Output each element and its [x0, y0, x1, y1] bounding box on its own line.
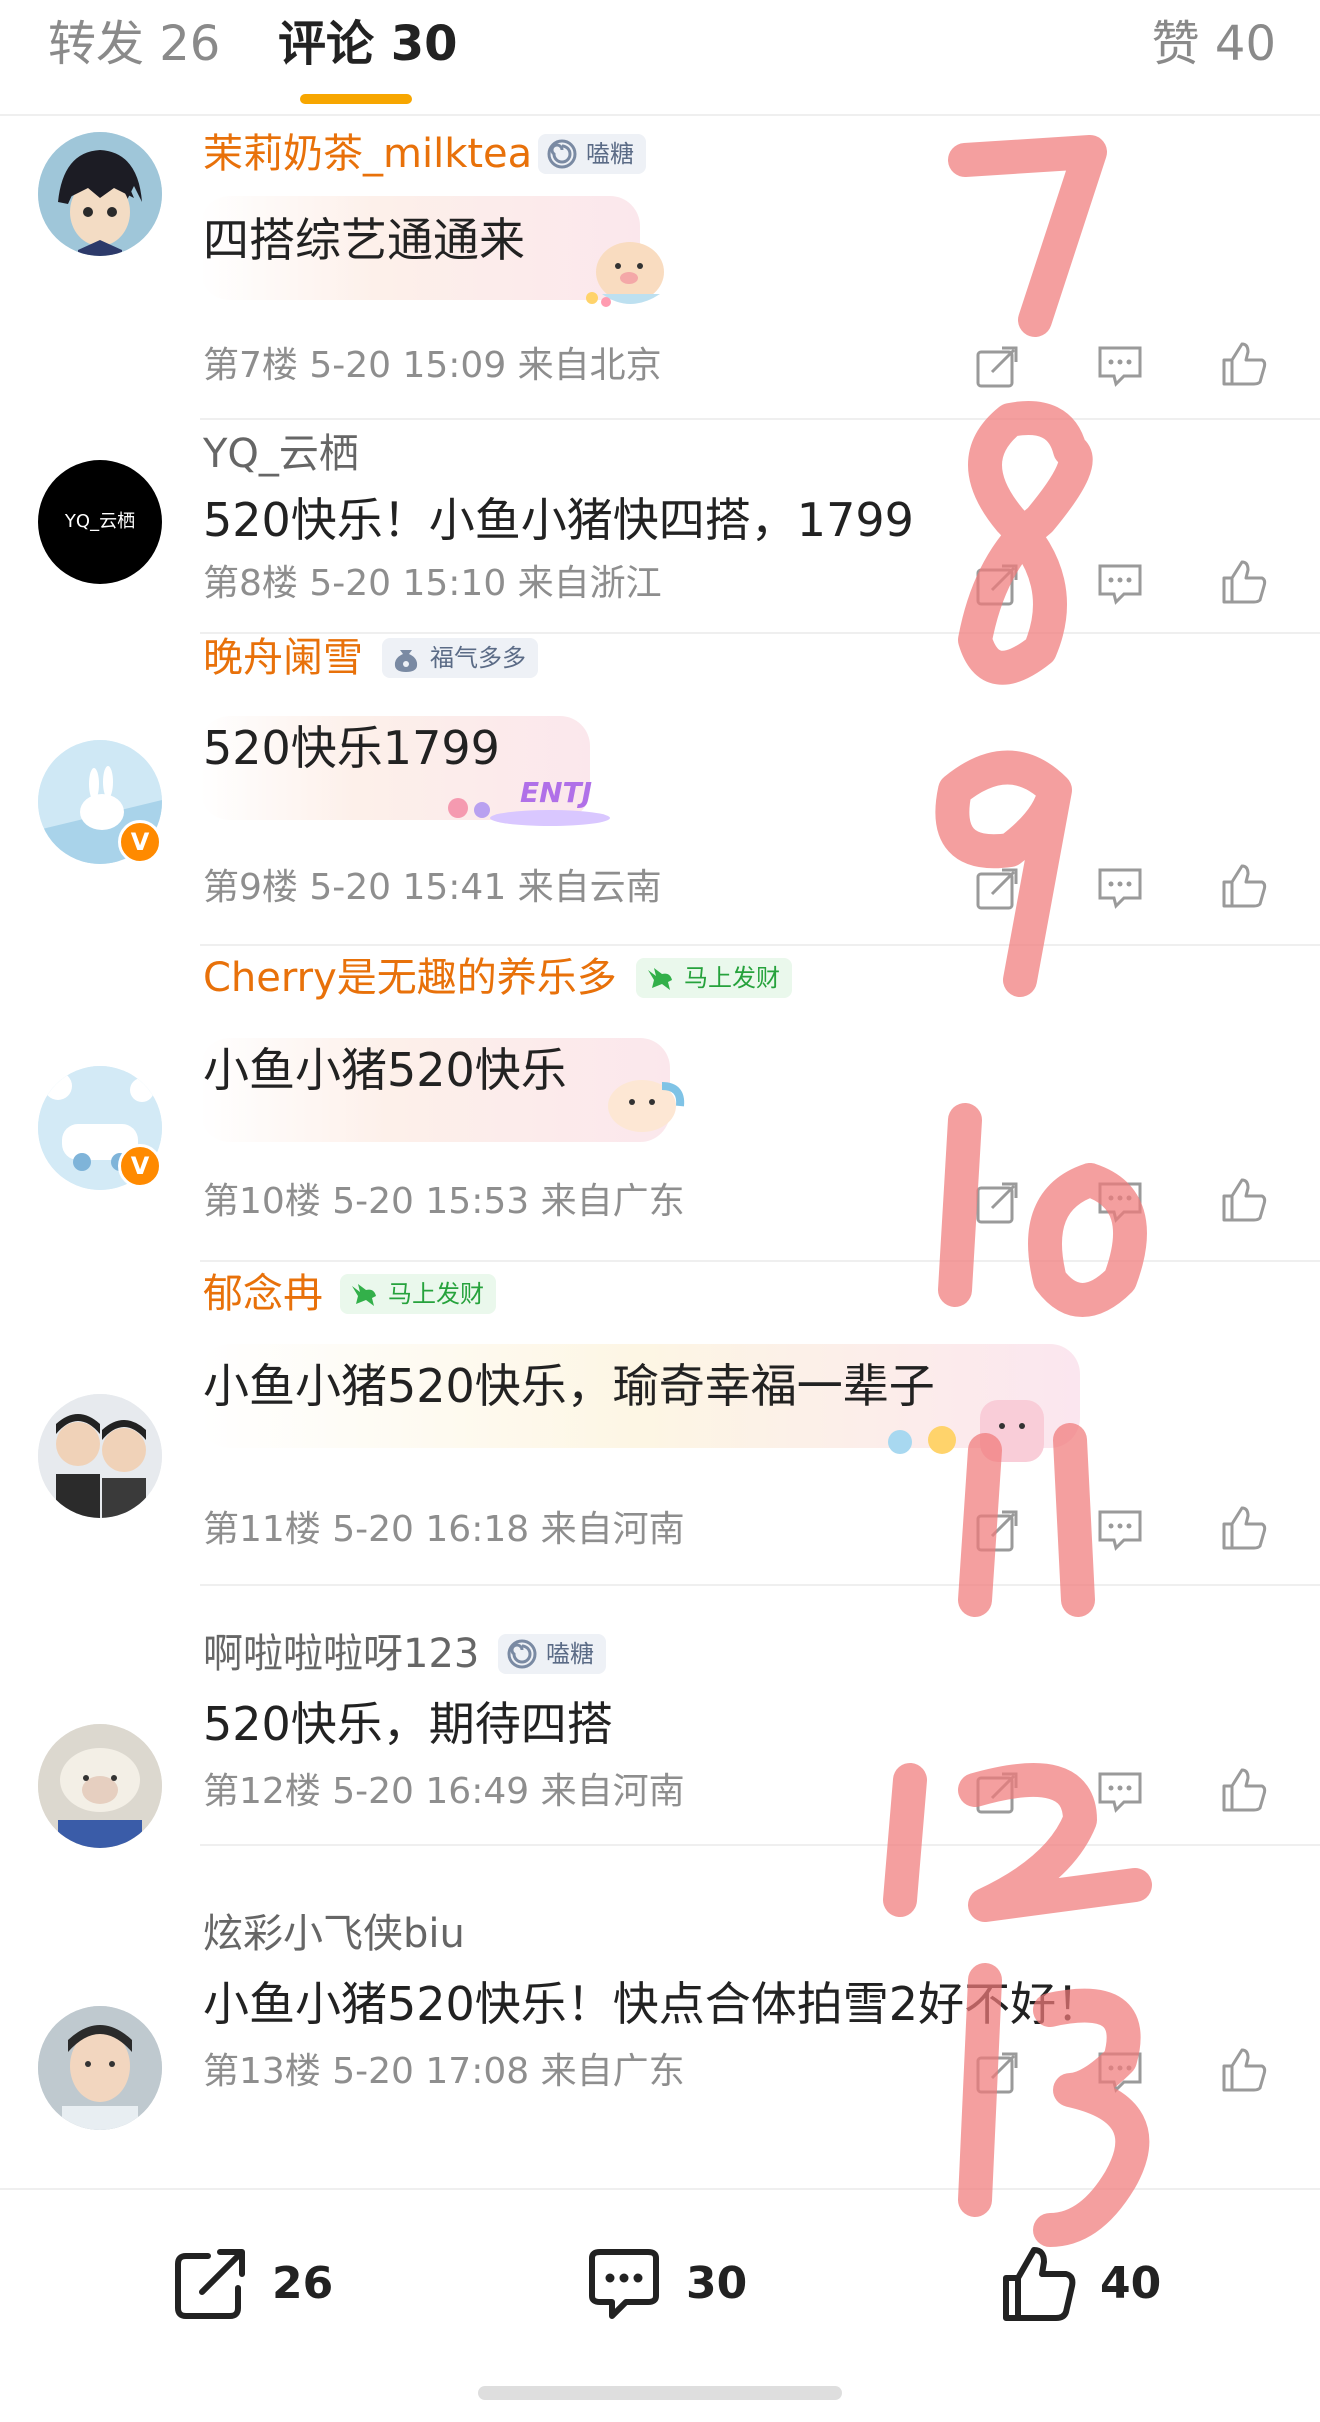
share-icon[interactable]: [970, 862, 1022, 914]
verified-badge: V: [118, 820, 162, 864]
comment-meta: 第9楼 5-20 15:41 来自云南: [203, 867, 662, 908]
lollipop-icon: [547, 139, 577, 169]
username[interactable]: 啊啦啦啦呀123: [203, 1628, 479, 1680]
like-icon[interactable]: [1218, 2044, 1270, 2096]
share-icon[interactable]: [970, 558, 1022, 610]
divider: [200, 1584, 1320, 1586]
username[interactable]: YQ_云栖: [203, 428, 359, 480]
divider: [200, 1260, 1320, 1262]
share-icon[interactable]: [970, 340, 1022, 392]
comment-meta: 第13楼 5-20 17:08 来自广东: [203, 2051, 685, 2092]
fan-medal[interactable]: 马上发财: [636, 958, 792, 998]
reply-icon[interactable]: [1094, 1504, 1146, 1556]
bottom-action-bar: 26 30 40: [0, 2188, 1320, 2422]
medal-label: 福气多多: [430, 644, 526, 672]
comment-list[interactable]: 茉莉奶茶_milktea 嗑糖 四搭综艺通通来 第7楼 5-20 15:09 来…: [0, 116, 1320, 2188]
tab-comment[interactable]: 评论 30: [278, 14, 458, 74]
username[interactable]: 炫彩小飞侠biu: [203, 1908, 465, 1960]
reply-icon[interactable]: [1094, 2046, 1146, 2098]
share-icon[interactable]: [970, 2046, 1022, 2098]
like-icon[interactable]: [1218, 1502, 1270, 1554]
avatar-text: YQ_云栖: [64, 511, 136, 532]
username[interactable]: 茉莉奶茶_milktea: [203, 128, 532, 180]
lucky-bag-icon: [394, 650, 418, 672]
share-icon[interactable]: [970, 1176, 1022, 1228]
share-icon[interactable]: [970, 1504, 1022, 1556]
username[interactable]: Cherry是无趣的养乐多: [203, 952, 617, 1004]
lollipop-icon: [507, 1639, 537, 1669]
like-icon[interactable]: [1218, 1764, 1270, 1816]
avatar[interactable]: [38, 132, 162, 256]
comment-meta: 第11楼 5-20 16:18 来自河南: [203, 1509, 685, 1550]
avatar[interactable]: [38, 1394, 162, 1518]
comment-row: 啊啦啦啦呀123 嗑糖 520快乐，期待四搭 第12楼 5-20 16:49 来…: [0, 1604, 1320, 1930]
comment-icon: [589, 2249, 659, 2319]
comment-meta: 第10楼 5-20 15:53 来自广东: [203, 1181, 685, 1222]
pig-sticker: [586, 242, 664, 307]
comment-text[interactable]: 四搭综艺通通来: [203, 210, 525, 270]
comment-meta: 第8楼 5-20 15:10 来自浙江: [203, 563, 662, 604]
divider: [200, 1844, 1320, 1846]
comment-row: 郁念冉 马上发财 小鱼小猪520快乐，瑜奇幸福一辈子 第11楼 5-20 16:…: [0, 1271, 1320, 1610]
avatar[interactable]: [38, 1724, 162, 1848]
tab-bar: 转发 26 评论 30 赞 40: [0, 0, 1320, 116]
comment-row: 茉莉奶茶_milktea 嗑糖 四搭综艺通通来 第7楼 5-20 15:09 来…: [0, 116, 1320, 442]
reply-icon[interactable]: [1094, 340, 1146, 392]
verified-badge: V: [118, 1144, 162, 1188]
tab-like[interactable]: 赞 40: [1152, 14, 1276, 74]
fan-medal[interactable]: 马上发财: [340, 1274, 496, 1314]
comment-text[interactable]: 小鱼小猪520快乐！快点合体拍雪2好不好！: [203, 1974, 1102, 2034]
comment-text[interactable]: 520快乐！小鱼小猪快四搭，1799: [203, 490, 914, 550]
like-count: 40: [1100, 2258, 1162, 2309]
comment-meta: 第7楼 5-20 15:09 来自北京: [203, 345, 662, 386]
like-icon[interactable]: [1218, 1174, 1270, 1226]
sticker-text: ENTJ: [520, 776, 593, 809]
like-icon: [1003, 2247, 1076, 2321]
animal-sticker: [608, 1080, 685, 1132]
medal-label: 马上发财: [388, 1280, 484, 1308]
fan-medal[interactable]: 福气多多: [382, 638, 538, 678]
fan-medal[interactable]: 嗑糖: [538, 134, 646, 174]
horse-icon: [648, 968, 672, 990]
username[interactable]: 晚舟阑雪: [203, 632, 363, 684]
medal-label: 嗑糖: [586, 140, 634, 168]
comment-text[interactable]: 小鱼小猪520快乐，瑜奇幸福一辈子: [203, 1356, 935, 1416]
share-count: 26: [272, 2258, 334, 2309]
share-icon: [175, 2249, 245, 2319]
avatar[interactable]: YQ_云栖: [38, 460, 162, 584]
divider: [200, 944, 1320, 946]
horse-icon: [352, 1284, 376, 1306]
tab-repost[interactable]: 转发 26: [48, 14, 220, 74]
comment-text[interactable]: 小鱼小猪520快乐: [203, 1040, 567, 1100]
comment-row: V Cherry是无趣的养乐多 马上发财 小鱼小猪520快乐 第10楼 5-20…: [0, 955, 1320, 1282]
medal-label: 嗑糖: [546, 1640, 594, 1668]
reply-icon[interactable]: [1094, 1176, 1146, 1228]
comment-text[interactable]: 520快乐，期待四搭: [203, 1694, 613, 1754]
like-icon[interactable]: [1218, 338, 1270, 390]
username[interactable]: 郁念冉: [203, 1268, 323, 1320]
entj-sticker: ENTJ: [440, 768, 620, 828]
active-tab-indicator: [300, 94, 412, 104]
comment-count: 30: [686, 2258, 748, 2309]
reply-icon[interactable]: [1094, 558, 1146, 610]
comment-row: 炫彩小飞侠biu 小鱼小猪520快乐！快点合体拍雪2好不好！ 第13楼 5-20…: [0, 1884, 1320, 2188]
fan-medal[interactable]: 嗑糖: [498, 1634, 606, 1674]
pig-sticker: [888, 1400, 1044, 1462]
reply-icon[interactable]: [1094, 1766, 1146, 1818]
share-icon[interactable]: [970, 1766, 1022, 1818]
avatar[interactable]: [38, 2006, 162, 2130]
like-icon[interactable]: [1218, 556, 1270, 608]
medal-label: 马上发财: [684, 964, 780, 992]
home-indicator: [478, 2386, 842, 2400]
reply-icon[interactable]: [1094, 862, 1146, 914]
comment-row: V 晚舟阑雪 福气多多 520快乐1799 ENTJ 第9楼 5-20 15:4…: [0, 632, 1320, 958]
comment-meta: 第12楼 5-20 16:49 来自河南: [203, 1771, 685, 1812]
like-icon[interactable]: [1218, 860, 1270, 912]
